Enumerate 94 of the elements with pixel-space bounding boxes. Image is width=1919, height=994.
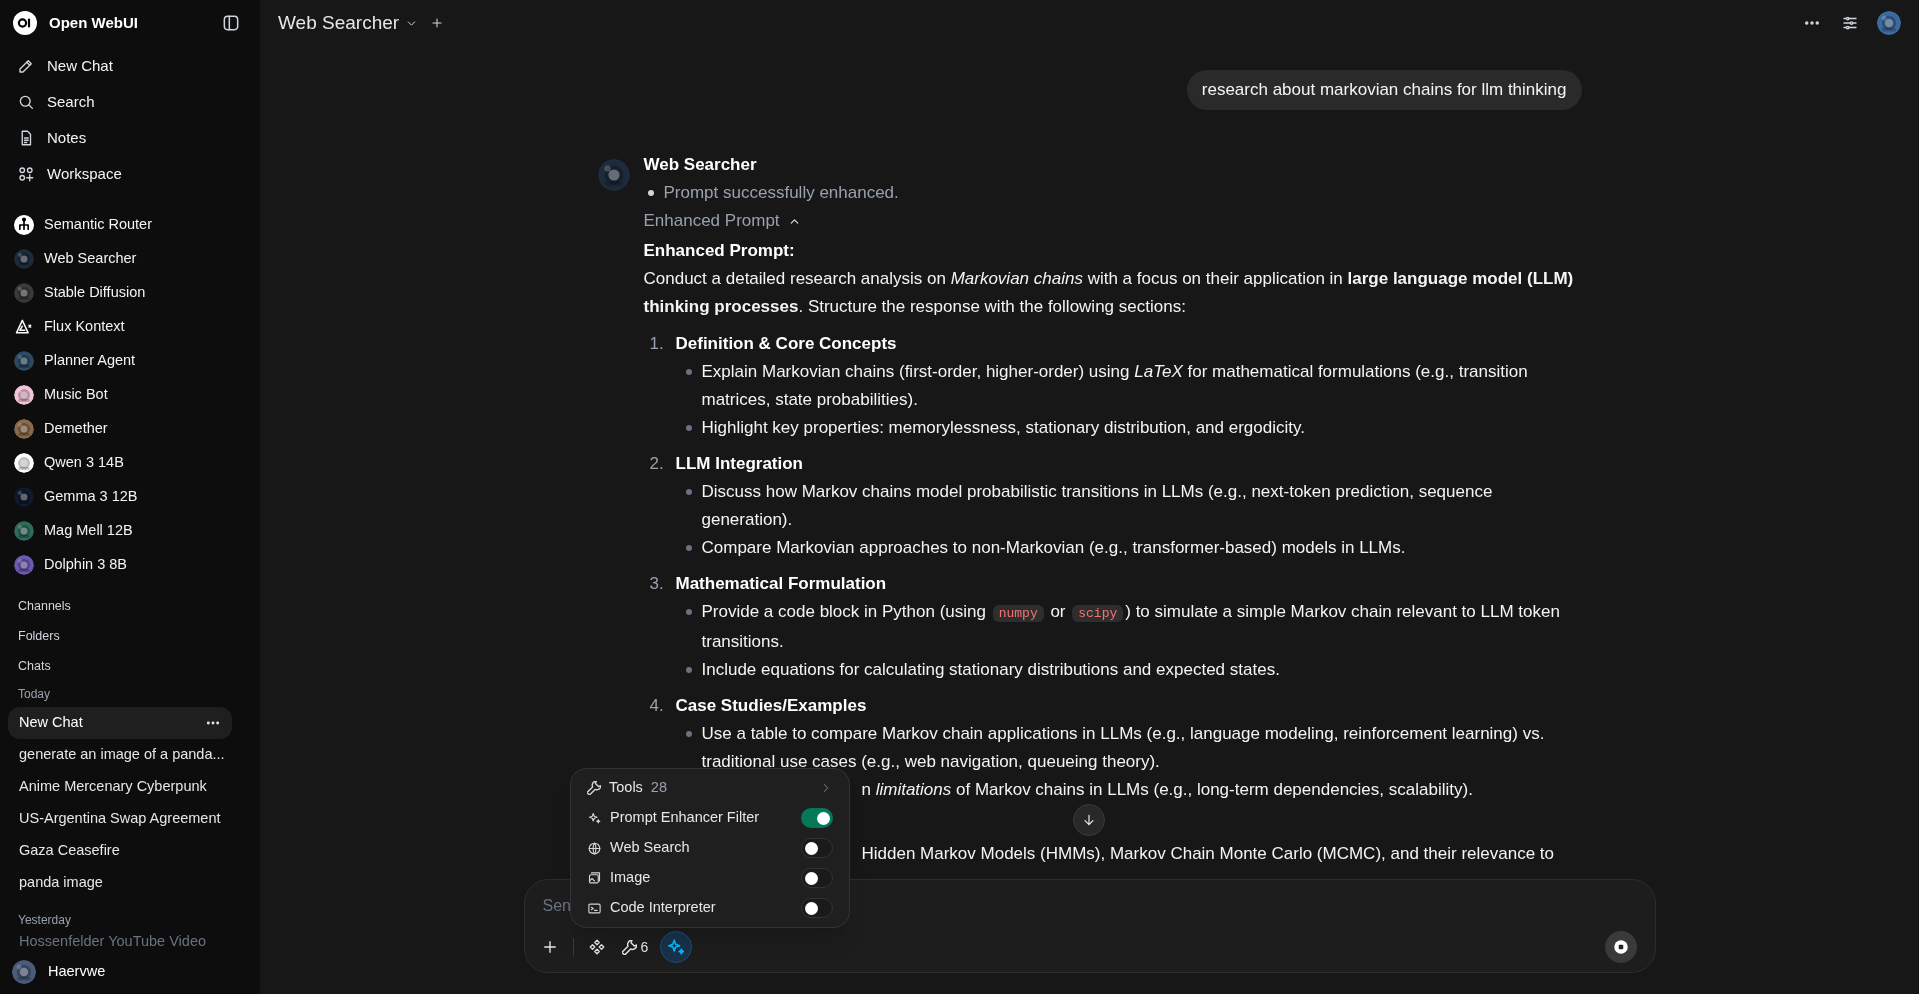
bullet-icon (685, 731, 692, 737)
section-label[interactable]: Chats (18, 656, 51, 676)
list-number: 2. (648, 453, 665, 475)
sparkle-icon (587, 810, 602, 826)
paragraph: Conduct a detailed research analysis on Markovian chains with a focus on their application in large language model (LLM) thinking processes. Structure the response with the following sections: (643, 268, 1575, 318)
app-name: Open WebUI (49, 12, 139, 33)
tools-button[interactable]: 6 (615, 932, 655, 962)
model-item[interactable]: Dolphin 3 8B (8, 548, 252, 582)
chat-item[interactable]: generate an image of a panda... (8, 739, 232, 771)
globe-icon (587, 840, 602, 856)
terminal-icon (587, 900, 602, 916)
list-text: Highlight key properties: memorylessness, stationary distribution, and ergodicity. (701, 417, 1306, 439)
author-name: Web Searcher (643, 154, 758, 176)
model-item[interactable]: Demether (8, 412, 252, 446)
list-text: n limitations of Markov chains in LLMs (e.g., long-term dependencies, scalability). (861, 779, 1473, 801)
list-number: 1. (648, 333, 665, 355)
group-label: Yesterday (18, 912, 71, 929)
sidebar-toggle-icon[interactable] (221, 13, 241, 33)
wrench-icon (621, 939, 637, 955)
nav-item[interactable]: New Chat (8, 48, 252, 84)
toggle-switch[interactable] (801, 808, 833, 828)
list-text: Hidden Markov Models (HMMs), Markov Chain Monte Carlo (MCMC), and their relevance to (861, 843, 1554, 865)
section-label[interactable]: Channels (18, 596, 71, 616)
user-name[interactable]: Haervwe (48, 961, 106, 983)
user-message: research about markovian chains for llm thinking (1186, 70, 1582, 110)
chat-item[interactable]: panda image (8, 867, 232, 899)
model-item[interactable]: Mag Mell 12B (8, 514, 252, 548)
grid-plus-icon (17, 165, 35, 183)
model-item[interactable]: Stable Diffusion (8, 276, 252, 310)
integrations-icon[interactable] (587, 938, 606, 956)
menu-label: Web Search (610, 838, 691, 858)
plus-icon[interactable] (430, 16, 445, 30)
toggle-switch[interactable] (801, 838, 833, 858)
triangle-icon (14, 317, 34, 337)
list-text: Discuss how Markov chains model probabilistic transitions in LLMs (e.g., next-token prediction, sequence generation). (701, 481, 1494, 531)
sparkle-icon (668, 939, 685, 955)
chat-item[interactable]: New Chat (8, 707, 232, 739)
nav-item[interactable]: Workspace (8, 156, 252, 192)
bullet-icon (647, 190, 654, 196)
bullet-icon (685, 489, 692, 495)
search-icon (17, 93, 35, 111)
tool-count: 28 (650, 778, 668, 798)
enhancer-button[interactable] (660, 931, 693, 963)
bullet-icon (685, 609, 692, 615)
menu-label: Prompt Enhancer Filter (610, 808, 761, 828)
model-item[interactable]: Semantic Router (8, 208, 252, 242)
chat-item[interactable]: Gaza Ceasefire (8, 835, 232, 867)
inline-code: scipy (1072, 605, 1124, 622)
nav-item[interactable]: Notes (8, 120, 252, 156)
chat-item[interactable]: Anime Mercenary Cyberpunk (8, 771, 232, 803)
chat-item[interactable]: Hossenfelder YouTube Video (8, 931, 232, 950)
model-item[interactable]: Gemma 3 12B (8, 480, 252, 514)
bullet-icon (685, 545, 692, 551)
section-title: LLM Integration (675, 453, 803, 475)
list-text: Explain Markovian chains (first-order, higher-order) using LaTeX for mathematical formulations (e.g., transition matrices, state probabilities). (701, 361, 1529, 411)
collapse-toggle[interactable]: Enhanced Prompt (643, 207, 801, 235)
image-icon (587, 870, 602, 886)
menu-item[interactable]: Tools 28 (579, 773, 841, 803)
menu-label: Code Interpreter (610, 898, 717, 918)
chat-item[interactable]: US-Argentina Swap Agreement (8, 803, 232, 835)
section-title: Mathematical Formulation (675, 573, 887, 595)
section-title: Case Studies/Examples (675, 695, 867, 717)
model-item[interactable]: Planner Agent (8, 344, 252, 378)
status-text: Prompt successfully enhanced. (663, 182, 899, 204)
section-title: Definition & Core Concepts (675, 333, 897, 355)
section-label[interactable]: Folders (18, 626, 60, 646)
model-item[interactable]: Qwen 3 14B (8, 446, 252, 480)
bullet-icon (685, 667, 692, 673)
model-item[interactable]: Music Bot (8, 378, 252, 412)
model-item[interactable]: Flux Kontext (8, 310, 252, 344)
stop-button[interactable] (1604, 931, 1637, 963)
toggle-switch[interactable] (801, 868, 833, 888)
model-item[interactable]: Web Searcher (8, 242, 252, 276)
list-number: 3. (648, 573, 665, 595)
list-text: Provide a code block in Python (using numpy or scipy ) to simulate a simple Markov chain relevant to LLM token transitions. (701, 601, 1561, 653)
sliders-icon[interactable] (1841, 14, 1859, 32)
bullet-icon (685, 369, 692, 375)
bullet-icon (685, 425, 692, 431)
arrow-down-icon (1081, 812, 1097, 828)
model-selector[interactable]: Web Searcher (278, 8, 419, 38)
wrench-icon (587, 781, 601, 795)
sitemap-icon (14, 215, 34, 235)
stop-icon (1611, 938, 1630, 956)
nav-item[interactable]: Search (8, 84, 252, 120)
list-number: 4. (648, 695, 665, 717)
prompt-heading: Enhanced Prompt: (643, 240, 796, 262)
logo-icon[interactable] (13, 11, 37, 35)
list-text: Include equations for calculating stationary distributions and expected states. (701, 659, 1281, 681)
scroll-down-button[interactable] (1073, 804, 1105, 836)
list-text: Compare Markovian approaches to non-Markovian (e.g., transformer-based) models in LLMs. (701, 537, 1407, 559)
inline-code: numpy (992, 605, 1044, 622)
toggle-switch[interactable] (801, 898, 833, 918)
list-text: Use a table to compare Markov chain applications in LLMs (e.g., language modeling, reinforcement learning) vs. traditional use cases (e.g., web navigation, queueing theory). (701, 723, 1546, 773)
group-label: Today (18, 686, 51, 703)
